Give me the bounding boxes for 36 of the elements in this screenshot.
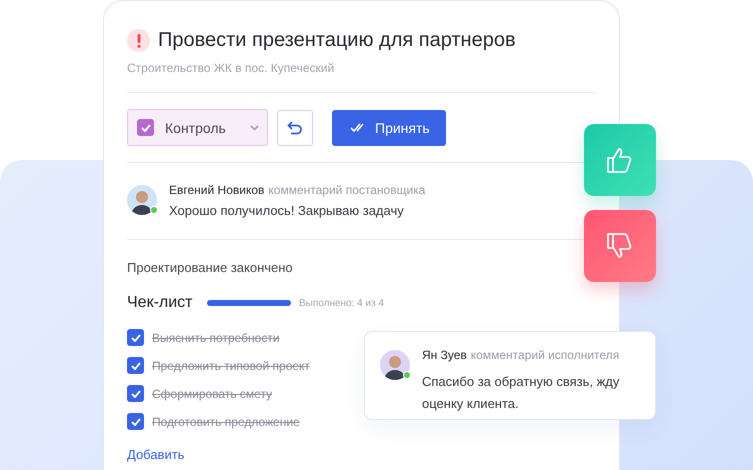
checklist-item: Предложить типовой проект	[152, 358, 310, 372]
checkbox[interactable]	[127, 385, 144, 402]
checkmark-icon	[130, 362, 140, 370]
comment-author: Ян Зуев	[422, 348, 467, 362]
checkbox[interactable]	[127, 357, 144, 374]
status-select[interactable]: Контроль	[127, 109, 268, 146]
comment-author: Евгений Новиков	[169, 183, 264, 197]
avatar-placeholder	[380, 350, 410, 380]
checkmark-icon	[130, 390, 140, 398]
checkbox[interactable]	[127, 329, 144, 346]
checkmark-icon	[130, 334, 140, 342]
project-name: Строительство ЖК в пос. Купеческий	[127, 61, 336, 75]
checklist-item: Выяснить потребности	[152, 330, 280, 344]
accept-button[interactable]: Принять	[332, 110, 446, 146]
checklist-title: Чек-лист	[127, 294, 194, 312]
comment-role: комментарий исполнителя	[470, 348, 620, 362]
comment-text: Хорошо получилось! Закрываю задачу	[169, 203, 405, 218]
comment-text: Спасибо за обратную связь, жду оценку клиента.	[422, 373, 620, 413]
checkmark-icon	[130, 418, 140, 426]
undo-icon	[287, 120, 303, 134]
comment-role: комментарий постановщика	[268, 183, 426, 197]
avatar-placeholder	[127, 185, 157, 215]
thumbs-up-button[interactable]	[584, 124, 656, 196]
undo-button[interactable]	[277, 110, 313, 146]
add-link[interactable]: Добавить	[127, 447, 184, 462]
task-title: Провести презентацию для партнеров	[158, 29, 516, 52]
checklist-item: Подготовить предложение	[152, 414, 300, 428]
thumbs-down-button[interactable]	[584, 210, 656, 282]
double-check-icon	[350, 123, 365, 132]
result-text: Проектирование закончено	[127, 260, 294, 275]
exclamation-icon	[127, 29, 150, 52]
chevron-down-icon	[250, 124, 259, 130]
progress-text: Выполнено: 4 из 4	[299, 298, 384, 308]
checkmark-icon	[140, 124, 150, 132]
checklist-item: Сформировать смету	[152, 386, 272, 400]
checkbox[interactable]	[127, 413, 144, 430]
